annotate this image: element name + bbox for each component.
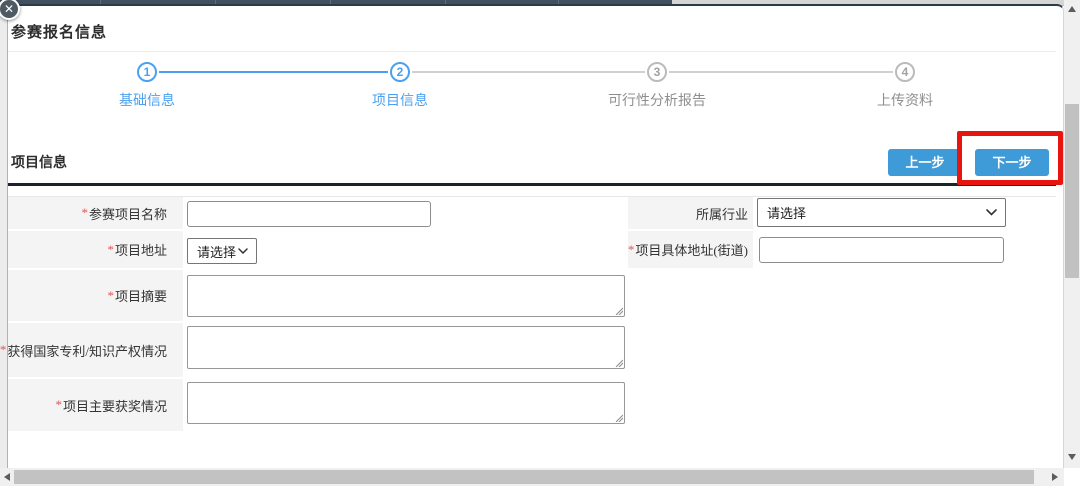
summary-textarea[interactable] — [187, 275, 625, 317]
step-1-label: 基础信息 — [119, 90, 175, 110]
step-3-circle: 3 — [647, 62, 667, 82]
patent-textarea[interactable] — [187, 326, 625, 369]
awards-label: 项目主要获奖情况 — [63, 396, 167, 415]
step-2-circle: 2 — [390, 62, 410, 82]
required-mark: * — [55, 397, 62, 413]
vertical-scrollbar-thumb[interactable] — [1065, 104, 1079, 278]
stepper-connector-2-3 — [412, 71, 645, 73]
project-name-label: 参赛项目名称 — [89, 204, 167, 223]
step-1-circle: 1 — [137, 62, 157, 82]
label-cell-project-name: * 参赛项目名称 — [8, 197, 183, 229]
industry-select-value: 请选择 — [758, 203, 986, 222]
industry-label: 所属行业 — [696, 204, 748, 223]
label-cell-awards: * 项目主要获奖情况 — [8, 379, 183, 431]
required-mark: * — [107, 242, 114, 258]
required-mark: * — [628, 242, 635, 258]
section-title: 项目信息 — [11, 152, 67, 172]
project-address-select[interactable]: 请选择 — [187, 238, 257, 264]
modal-title: 参赛报名信息 — [11, 21, 107, 42]
summary-label: 项目摘要 — [115, 286, 167, 305]
project-address-select-value: 请选择 — [188, 242, 238, 261]
title-divider — [8, 51, 1056, 52]
label-cell-summary: * 项目摘要 — [8, 270, 183, 321]
annotation-highlight-box — [957, 131, 1063, 185]
label-cell-street-address: * 项目具体地址(街道) — [628, 231, 753, 268]
label-cell-project-address: * 项目地址 — [8, 231, 183, 268]
patent-label: 获得国家专利/知识产权情况 — [7, 341, 167, 360]
step-3-label: 可行性分析报告 — [608, 90, 706, 110]
stepper-connector-1-2 — [159, 71, 388, 73]
label-cell-industry: 所属行业 — [628, 197, 753, 229]
step-4-circle: 4 — [895, 62, 915, 82]
required-mark: * — [0, 342, 6, 358]
horizontal-scrollbar-thumb[interactable] — [14, 470, 1034, 484]
industry-select[interactable]: 请选择 — [757, 198, 1006, 227]
scroll-down-icon[interactable] — [1064, 450, 1080, 464]
street-address-input[interactable] — [759, 237, 1004, 263]
prev-step-button[interactable]: 上一步 — [888, 149, 962, 176]
scroll-up-icon[interactable] — [1064, 2, 1080, 16]
required-mark: * — [81, 205, 88, 221]
scroll-left-icon[interactable] — [0, 470, 14, 484]
awards-textarea[interactable] — [187, 382, 625, 424]
chevron-down-icon — [238, 248, 248, 254]
project-name-input[interactable] — [187, 201, 431, 227]
page-gutter — [0, 6, 7, 468]
label-cell-patent: * 获得国家专利/知识产权情况 — [8, 323, 183, 377]
required-mark: * — [107, 288, 114, 304]
street-address-label: 项目具体地址(街道) — [635, 240, 748, 259]
step-2-label: 项目信息 — [372, 90, 428, 110]
project-address-label: 项目地址 — [115, 240, 167, 259]
step-4-label: 上传资料 — [877, 90, 933, 110]
stepper-connector-3-4 — [669, 71, 893, 73]
chevron-down-icon — [986, 209, 997, 216]
section-divider — [8, 183, 1056, 186]
scroll-right-icon[interactable] — [1048, 470, 1062, 484]
